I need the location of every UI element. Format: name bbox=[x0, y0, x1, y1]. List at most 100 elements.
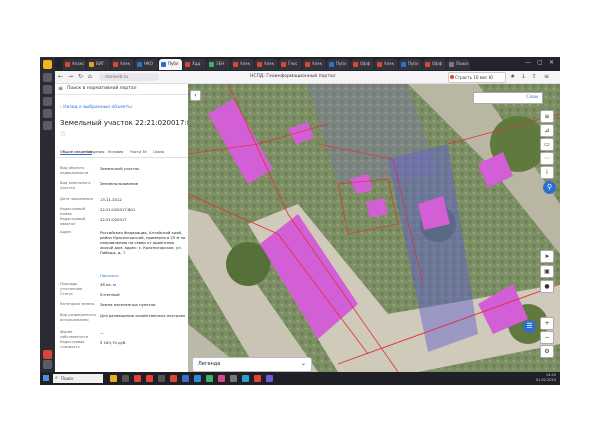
browser-tab[interactable]: Офф bbox=[351, 59, 374, 70]
show-more-link[interactable]: Показать bbox=[100, 273, 186, 278]
ruler-icon[interactable]: ⊿ bbox=[540, 124, 554, 137]
legend-dropdown[interactable]: Легенда ⌄ bbox=[192, 357, 312, 372]
browser-tab[interactable]: Алек bbox=[375, 59, 398, 70]
app-icon-downloads[interactable] bbox=[43, 97, 52, 106]
attribute-label: Категория земель bbox=[60, 302, 95, 306]
attribute-label: Вид объекта недвижимости bbox=[60, 166, 89, 175]
browser-tab[interactable]: Геос bbox=[279, 59, 302, 70]
taskbar-app-icon[interactable] bbox=[230, 375, 237, 382]
satellite-map[interactable] bbox=[188, 84, 560, 372]
app-icon-notes[interactable] bbox=[43, 109, 52, 118]
taskbar-app-icon[interactable] bbox=[134, 375, 141, 382]
browser-tab[interactable]: Алек bbox=[255, 59, 278, 70]
tab-favicon-icon bbox=[209, 62, 214, 67]
map-settings-icon[interactable]: ⚙ bbox=[540, 345, 554, 358]
map-type-icon[interactable]: ▣ bbox=[540, 265, 554, 278]
taskbar-app-icon[interactable] bbox=[242, 375, 249, 382]
attribute-value: 5 163,74 руб. bbox=[100, 340, 127, 345]
zoom-out-icon[interactable]: − bbox=[540, 331, 554, 344]
app-icon-alice[interactable] bbox=[43, 350, 52, 359]
object-tab[interactable]: Условия bbox=[108, 150, 123, 154]
taskbar-app-icon[interactable] bbox=[218, 375, 225, 382]
browser-tab[interactable]: Публ bbox=[399, 59, 422, 70]
taskbar-app-icon[interactable] bbox=[182, 375, 189, 382]
attribute-label: Статус bbox=[60, 292, 74, 296]
share-icon[interactable]: ⋯ bbox=[540, 152, 554, 165]
zoom-in-icon[interactable]: + bbox=[540, 317, 554, 330]
collapse-panel-button[interactable]: ‹ bbox=[190, 90, 201, 101]
taskbar-app-icon[interactable] bbox=[170, 375, 177, 382]
share-icon[interactable]: ⇧ bbox=[532, 73, 537, 80]
app-icon-bookmarks[interactable] bbox=[43, 73, 52, 82]
tab-label: Хдд bbox=[192, 61, 201, 66]
taskbar-app-icon[interactable] bbox=[254, 375, 261, 382]
legend-label: Легенда bbox=[198, 361, 221, 367]
minimize-icon[interactable]: — bbox=[525, 59, 531, 66]
browser-tab[interactable]: НКО bbox=[135, 59, 158, 70]
tab-favicon-icon bbox=[353, 62, 358, 67]
browser-tab[interactable]: Поиск bbox=[447, 59, 470, 70]
favorite-star-icon[interactable]: ☆ bbox=[60, 130, 66, 138]
browser-tab[interactable]: Публ bbox=[159, 59, 182, 70]
browser-tab[interactable]: Публ bbox=[327, 59, 350, 70]
browser-tab[interactable]: Алек bbox=[303, 59, 326, 70]
app-icon-mail[interactable] bbox=[43, 121, 52, 130]
browser-tab[interactable]: ВИГ bbox=[87, 59, 110, 70]
tab-favicon-icon bbox=[305, 62, 310, 67]
tab-label: НКО bbox=[144, 61, 153, 66]
taskbar-app-icon[interactable] bbox=[122, 375, 129, 382]
map-view[interactable] bbox=[188, 84, 560, 372]
profile-button[interactable]: Страсть 10 мес Ю bbox=[448, 72, 506, 83]
app-icon-settings[interactable] bbox=[43, 360, 52, 369]
taskbar-app-icon[interactable] bbox=[110, 375, 117, 382]
tab-favicon-icon bbox=[161, 62, 166, 67]
home-icon[interactable]: ⌂ bbox=[88, 73, 92, 80]
chat-icon[interactable]: ☰ bbox=[523, 320, 536, 333]
tab-label: Офф bbox=[360, 61, 370, 66]
tab-label: Публ bbox=[336, 61, 347, 66]
pin-icon[interactable]: ● bbox=[540, 280, 554, 293]
tab-label: Алакс bbox=[72, 61, 85, 66]
tab-favicon-icon bbox=[89, 62, 94, 67]
taskbar-search[interactable]: ⌕ Поиск bbox=[53, 374, 103, 383]
reload-icon[interactable]: ↻ bbox=[78, 73, 83, 80]
app-icon-yandex[interactable] bbox=[43, 60, 52, 69]
attribute-value: Земельный участок bbox=[100, 166, 140, 171]
back-arrow-icon[interactable]: ← bbox=[58, 73, 63, 80]
object-tab[interactable]: Связи bbox=[153, 150, 164, 154]
taskbar-app-icon[interactable] bbox=[194, 375, 201, 382]
browser-tab[interactable]: Алек bbox=[231, 59, 254, 70]
object-tab[interactable]: Сведения bbox=[86, 150, 104, 154]
layers-icon[interactable]: ≡ bbox=[540, 110, 554, 123]
info-icon[interactable]: i bbox=[540, 166, 554, 179]
hamburger-icon[interactable]: ≡ bbox=[58, 85, 63, 92]
extension-icon[interactable]: ★ bbox=[510, 73, 515, 80]
object-tab[interactable]: Части ЗУ bbox=[130, 150, 147, 154]
tab-favicon-icon bbox=[377, 62, 382, 67]
menu-icon[interactable]: ≡ bbox=[544, 73, 549, 80]
accessibility-icon[interactable]: ⚲ bbox=[543, 181, 556, 194]
taskbar-app-icon[interactable] bbox=[266, 375, 273, 382]
browser-tab[interactable]: Алакс bbox=[63, 59, 86, 70]
browser-tab[interactable]: ЗЕН bbox=[207, 59, 230, 70]
taskbar-app-icon[interactable] bbox=[158, 375, 165, 382]
layers-search-box[interactable]: Слои bbox=[473, 92, 543, 104]
browser-tab[interactable]: Хдд bbox=[183, 59, 206, 70]
taskbar-app-icon[interactable] bbox=[146, 375, 153, 382]
close-icon[interactable]: ✕ bbox=[549, 59, 554, 66]
geolocation-icon[interactable]: ➤ bbox=[540, 250, 554, 263]
windows-start-icon[interactable] bbox=[43, 375, 49, 381]
browser-tab[interactable]: Алек bbox=[111, 59, 134, 70]
print-icon[interactable]: ▭ bbox=[540, 138, 554, 151]
download-icon[interactable]: ↓ bbox=[521, 73, 526, 80]
attribute-label: Адрес bbox=[60, 230, 72, 234]
taskbar-app-icon[interactable] bbox=[206, 375, 213, 382]
back-link[interactable]: ‹ Назад к выбранные объекты bbox=[60, 105, 132, 110]
forward-arrow-icon[interactable]: → bbox=[68, 73, 73, 80]
attribute-label: Вид земельного участка bbox=[60, 181, 91, 190]
tab-label: Алек bbox=[264, 61, 275, 66]
maximize-icon[interactable]: ▢ bbox=[537, 59, 543, 66]
app-icon-history[interactable] bbox=[43, 85, 52, 94]
browser-tab[interactable]: Офф bbox=[423, 59, 446, 70]
back-link-label: Назад к выбранные объекты bbox=[63, 105, 132, 110]
